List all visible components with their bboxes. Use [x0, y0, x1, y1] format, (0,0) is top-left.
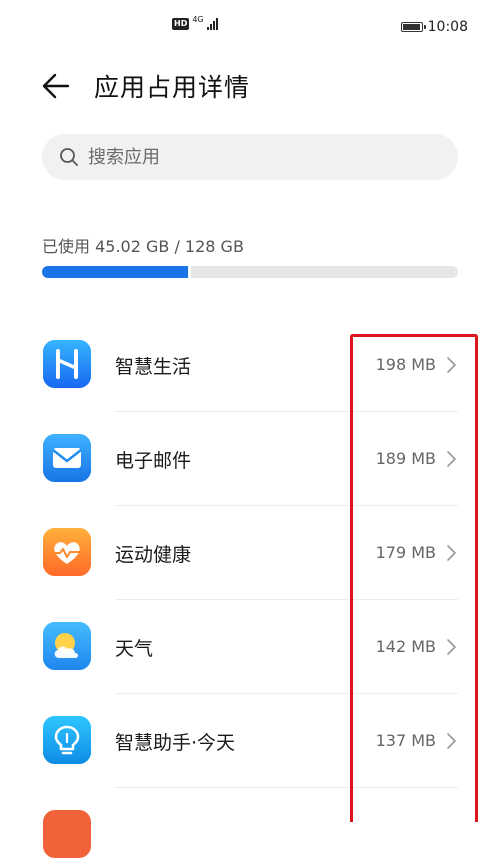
app-row-weather[interactable]: 天气 142 MB: [0, 600, 500, 694]
app-size: 142 MB: [375, 637, 436, 656]
assistant-icon: [43, 716, 91, 764]
hd-badge: HD: [172, 18, 190, 30]
app-icon-partial: [43, 810, 91, 858]
page-title: 应用占用详情: [94, 73, 251, 102]
storage-progress-fill: [42, 266, 192, 278]
chevron-right-icon: [447, 733, 456, 749]
app-name: 智慧助手·今天: [115, 732, 236, 754]
app-row-partial[interactable]: [0, 788, 500, 858]
back-button[interactable]: [36, 66, 76, 106]
app-name: 运动健康: [115, 544, 192, 566]
email-icon: [43, 434, 91, 482]
app-size: 198 MB: [375, 355, 436, 374]
signal-bars-icon: [206, 18, 218, 30]
header: 应用占用详情: [0, 56, 500, 116]
app-name: 电子邮件: [115, 450, 192, 472]
chevron-right-icon: [447, 451, 456, 467]
health-icon: [43, 528, 91, 576]
search-input[interactable]: [86, 145, 430, 169]
signal-indicator: HD 4G: [172, 15, 218, 30]
app-list: 智慧生活 198 MB 电子邮件 189 MB 运动健康 179 MB 天气 1…: [0, 318, 500, 858]
app-name: 智慧生活: [115, 356, 192, 378]
smart-life-icon: [43, 340, 91, 388]
status-bar: HD 4G 10:08: [0, 0, 500, 56]
app-row-smart-life[interactable]: 智慧生活 198 MB: [0, 318, 500, 412]
app-row-assistant-today[interactable]: 智慧助手·今天 137 MB: [0, 694, 500, 788]
app-row-email[interactable]: 电子邮件 189 MB: [0, 412, 500, 506]
weather-icon: [43, 622, 91, 670]
back-arrow-icon: [42, 73, 70, 99]
chevron-right-icon: [447, 639, 456, 655]
app-size: 137 MB: [375, 731, 436, 750]
network-type-label: 4G: [192, 15, 204, 24]
status-right: 10:08: [400, 19, 468, 35]
storage-usage-label: 已使用 45.02 GB / 128 GB: [42, 237, 244, 256]
status-time: 10:08: [427, 19, 468, 35]
battery-icon: [400, 22, 426, 32]
search-icon: [58, 146, 80, 168]
app-row-health[interactable]: 运动健康 179 MB: [0, 506, 500, 600]
app-name: 天气: [115, 638, 154, 660]
chevron-right-icon: [447, 545, 456, 561]
search-box[interactable]: [42, 134, 458, 180]
storage-progress-bar: [42, 266, 458, 278]
chevron-right-icon: [447, 357, 456, 373]
app-size: 179 MB: [375, 543, 436, 562]
app-size: 189 MB: [375, 449, 436, 468]
